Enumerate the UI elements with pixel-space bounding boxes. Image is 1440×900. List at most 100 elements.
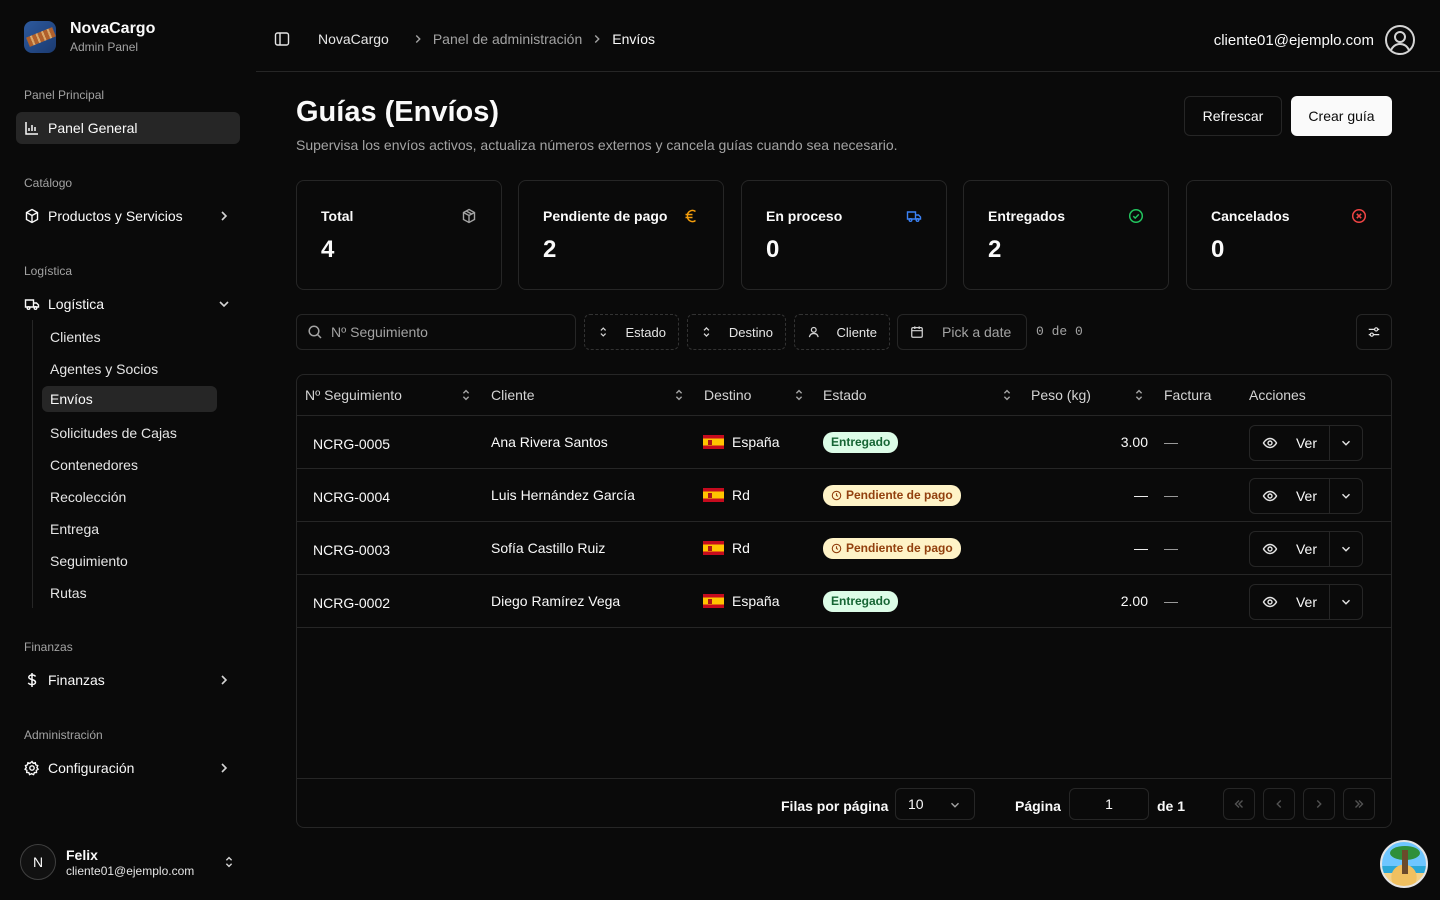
sidebar-toggle-icon[interactable]: [274, 31, 290, 47]
cell-status: Pendiente de pago: [823, 469, 961, 521]
chevron-right-icon: [221, 211, 228, 221]
chevron-right-icon: [221, 763, 228, 773]
filter-estado-button[interactable]: Estado: [584, 314, 679, 350]
filter-label: Destino: [728, 324, 773, 340]
column-label: Cliente: [491, 387, 535, 403]
truck-icon: [906, 211, 922, 222]
sort-icon: [1003, 389, 1011, 401]
sidebar-item-logistica[interactable]: Logística: [16, 288, 240, 320]
sidebar-item-finanzas[interactable]: Finanzas: [16, 664, 240, 696]
chevron-down-icon: [1342, 546, 1350, 552]
selected-count: 0 de 0: [1036, 324, 1083, 339]
status-badge: Entregado: [823, 431, 899, 453]
view-button[interactable]: Ver: [1250, 585, 1330, 619]
stat-card-pending: Pendiente de pago 2: [518, 180, 724, 290]
column-header-client[interactable]: Cliente: [491, 375, 691, 415]
chevrons-up-down-icon: [225, 856, 233, 868]
page-label: Página: [1015, 798, 1061, 814]
gear-icon: [24, 760, 40, 776]
clock-icon: [831, 543, 842, 553]
cell-tracking: NCRG-0002: [313, 594, 391, 611]
cell-status: Entregado: [823, 575, 899, 627]
brand-logo: [24, 21, 56, 53]
row-actions-dropdown[interactable]: [1330, 479, 1362, 513]
stat-label: En proceso: [766, 208, 843, 224]
sidebar-user-menu[interactable]: N Felix cliente01@ejemplo.com: [20, 842, 236, 882]
sidebar-item-productos[interactable]: Productos y Servicios: [16, 200, 240, 232]
page-number-input[interactable]: 1: [1069, 788, 1149, 820]
first-page-button[interactable]: [1223, 788, 1255, 820]
sidebar-item-label: Configuración: [48, 760, 135, 776]
flag-icon: [703, 594, 724, 608]
sidebar-item-label: Productos y Servicios: [48, 208, 183, 224]
stat-value: 2: [543, 236, 557, 263]
calendar-icon: [911, 326, 923, 338]
column-header-weight[interactable]: Peso (kg): [1031, 375, 1151, 415]
table-row[interactable]: NCRG-0003 Sofía Castillo Ruiz Rd Pendiente …: [297, 522, 1391, 575]
sidebar-item-label: Logística: [48, 296, 105, 312]
row-actions-dropdown[interactable]: [1330, 532, 1362, 566]
view-options-button[interactable]: [1356, 314, 1392, 350]
brand[interactable]: NovaCargo Admin Panel: [24, 20, 155, 54]
breadcrumb-home[interactable]: NovaCargo: [318, 31, 389, 47]
breadcrumb-admin[interactable]: Panel de administración: [433, 31, 582, 47]
breadcrumb-current: Envíos: [612, 31, 656, 47]
chevrons-left-icon: [1234, 800, 1243, 808]
sidebar-subitem-rutas[interactable]: Rutas: [42, 580, 217, 606]
sidebar-subitem-clientes[interactable]: Clientes: [42, 324, 217, 350]
column-header-destination[interactable]: Destino: [704, 375, 809, 415]
sidebar-subitem-contenedores[interactable]: Contenedores: [42, 452, 217, 478]
stat-label: Pendiente de pago: [543, 208, 668, 224]
table-row[interactable]: NCRG-0005 Ana Rivera Santos España Entregad…: [297, 416, 1391, 469]
refresh-button[interactable]: Refrescar: [1184, 96, 1282, 136]
sort-icon: [675, 389, 683, 401]
sidebar-subitem-agentes[interactable]: Agentes y Socios: [42, 356, 217, 382]
column-header-status[interactable]: Estado: [823, 375, 1018, 415]
column-header-tracking[interactable]: Nº Seguimiento: [305, 375, 475, 415]
view-button[interactable]: Ver: [1250, 426, 1330, 460]
top-user-menu[interactable]: cliente01@ejemplo.com: [1214, 24, 1416, 56]
filter-cliente-button[interactable]: Cliente: [794, 314, 890, 350]
cell-client: Diego Ramírez Vega: [491, 593, 621, 609]
cell-invoice: —: [1164, 593, 1178, 609]
assistant-avatar[interactable]: [1380, 840, 1428, 888]
last-page-button[interactable]: [1343, 788, 1375, 820]
chevrons-right-icon: [1355, 800, 1364, 808]
row-actions-dropdown[interactable]: [1330, 426, 1362, 460]
rows-per-page-select[interactable]: 10: [895, 788, 975, 820]
search-input[interactable]: [331, 324, 561, 340]
filter-destino-button[interactable]: Destino: [687, 314, 786, 350]
sidebar-subitem-seguimiento[interactable]: Seguimiento: [42, 548, 217, 574]
table-row[interactable]: NCRG-0002 Diego Ramírez Vega España Entrega…: [297, 575, 1391, 628]
view-button[interactable]: Ver: [1250, 532, 1330, 566]
bar-chart-icon: [25, 122, 38, 135]
logistica-subnav: Clientes Agentes y Socios Envíos Solicit…: [32, 320, 232, 608]
view-button[interactable]: Ver: [1250, 479, 1330, 513]
column-label: Peso (kg): [1031, 387, 1091, 403]
truck-icon: [24, 299, 40, 310]
create-guide-button[interactable]: Crear guía: [1291, 96, 1392, 136]
filter-label: Cliente: [836, 324, 877, 340]
table-row[interactable]: NCRG-0004 Luis Hernández García Rd Pendient…: [297, 469, 1391, 522]
next-page-button[interactable]: [1303, 788, 1335, 820]
eye-icon: [1262, 596, 1278, 608]
row-actions-dropdown[interactable]: [1330, 585, 1362, 619]
prev-page-button[interactable]: [1263, 788, 1295, 820]
sidebar-item-configuracion[interactable]: Configuración: [16, 752, 240, 784]
sidebar-subitem-envios[interactable]: Envíos: [42, 386, 217, 412]
sidebar-subitem-entrega[interactable]: Entrega: [42, 516, 217, 542]
date-picker-button[interactable]: Pick a date: [897, 314, 1027, 350]
topbar: NovaCargo Panel de administración Envíos…: [256, 0, 1440, 72]
stat-value: 0: [766, 236, 780, 263]
chevron-down-icon: [951, 802, 959, 808]
eye-icon: [1262, 543, 1278, 555]
sidebar-subitem-recoleccion[interactable]: Recolección: [42, 484, 217, 510]
sidebar-subitem-solicitudes[interactable]: Solicitudes de Cajas: [42, 420, 217, 446]
user-icon: [808, 326, 819, 338]
destination-label: España: [732, 434, 780, 450]
search-icon: [308, 325, 322, 339]
sidebar-item-label: Finanzas: [48, 672, 105, 688]
section-label-catalogo: Catálogo: [24, 176, 73, 190]
status-label: Entregado: [831, 435, 891, 449]
sidebar-item-panel-general[interactable]: Panel General: [16, 112, 240, 144]
